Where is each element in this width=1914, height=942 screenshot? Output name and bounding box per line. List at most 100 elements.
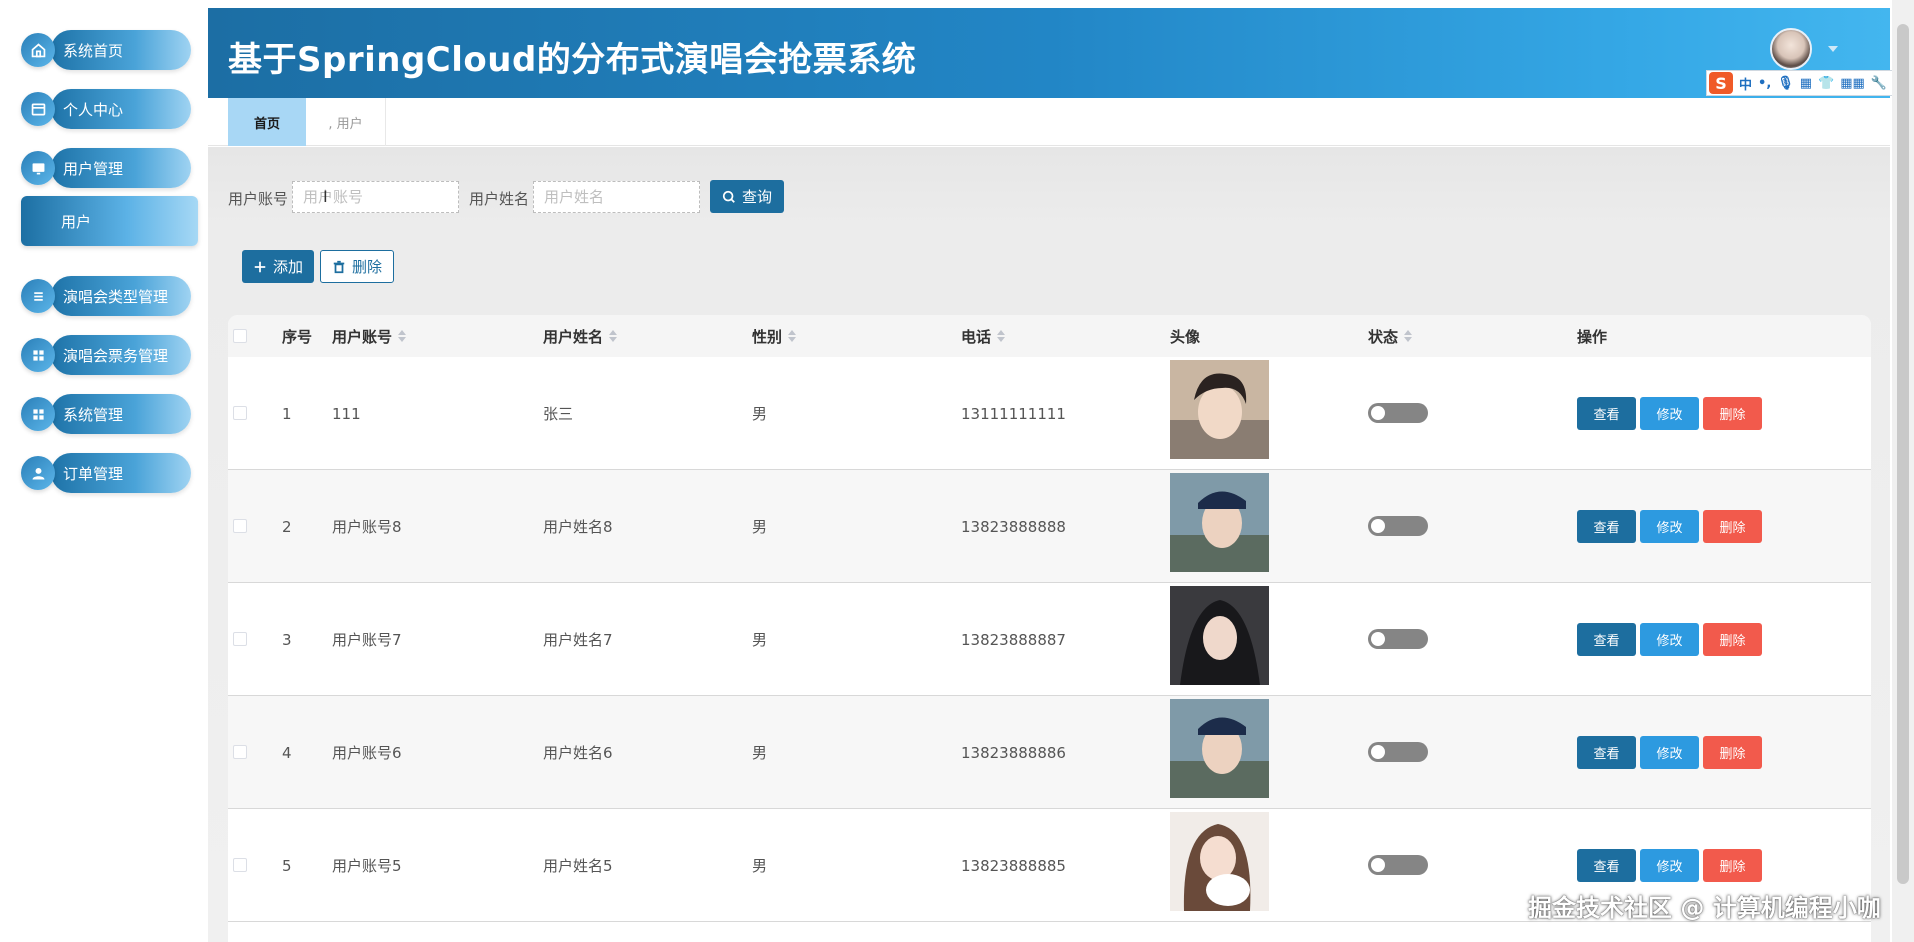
cell-index: 5	[282, 856, 292, 875]
avatar[interactable]	[1770, 28, 1812, 70]
sogou-logo-icon[interactable]: S	[1709, 72, 1733, 94]
cell-name: 用户姓名5	[543, 857, 613, 875]
edit-button[interactable]: 修改	[1640, 397, 1699, 430]
keyboard-icon[interactable]: ▦	[1800, 76, 1812, 91]
sort-icon[interactable]	[788, 330, 797, 342]
punctuation-icon[interactable]: •,	[1758, 76, 1771, 91]
home-icon	[21, 33, 55, 67]
row-checkbox[interactable]	[233, 745, 247, 759]
name-search-input[interactable]	[533, 181, 700, 213]
page-scrollbar[interactable]	[1892, 0, 1914, 942]
select-all-checkbox[interactable]	[233, 329, 247, 343]
cell-account: 用户账号8	[332, 518, 402, 536]
avatar-photo	[1170, 473, 1269, 572]
sidebar-item-label: 演唱会票务管理	[51, 335, 191, 375]
cell-name: 用户姓名8	[543, 518, 613, 536]
row-checkbox[interactable]	[233, 858, 247, 872]
status-toggle[interactable]	[1368, 742, 1428, 762]
view-button[interactable]: 查看	[1577, 849, 1636, 882]
view-button[interactable]: 查看	[1577, 510, 1636, 543]
sidebar-item-profile[interactable]: 个人中心	[21, 89, 191, 129]
row-checkbox[interactable]	[233, 519, 247, 533]
sidebar-item-label: 演唱会类型管理	[51, 276, 191, 316]
avatar-photo	[1170, 586, 1269, 685]
tab-home[interactable]: 首页	[228, 98, 306, 146]
delete-button[interactable]: 删除	[1703, 397, 1762, 430]
avatar-photo	[1170, 699, 1269, 798]
sidebar-item-home[interactable]: 系统首页	[21, 30, 191, 70]
sidebar-item-system[interactable]: 系统管理	[21, 394, 191, 434]
microphone-icon[interactable]: 🎙	[1777, 76, 1794, 91]
th-phone[interactable]: 电话	[961, 315, 1006, 357]
delete-button[interactable]: 删除	[1703, 736, 1762, 769]
sidebar-item-label: 订单管理	[51, 453, 191, 493]
th-name-label: 用户姓名	[543, 327, 604, 346]
watermark: 掘金技术社区 @ 计算机编程小咖	[1528, 894, 1881, 922]
account-search-input[interactable]	[292, 181, 459, 213]
ime-toolbar: S 中 •, 🎙 ▦ 👕 ▦▦ 🔧	[1706, 70, 1902, 96]
row-checkbox[interactable]	[233, 632, 247, 646]
apps-icon[interactable]: ▦▦	[1840, 76, 1865, 91]
th-name[interactable]: 用户姓名	[543, 315, 618, 357]
cell-account: 111	[332, 404, 361, 423]
edit-button[interactable]: 修改	[1640, 849, 1699, 882]
table-header: 序号 用户账号 用户姓名 性别 电话 头像 状态 操作	[228, 315, 1871, 357]
delete-button[interactable]: 删除	[1703, 849, 1762, 882]
tab-user[interactable]: , 用户	[306, 98, 386, 146]
tabs-bar: 首页 , 用户	[208, 98, 1890, 146]
status-toggle[interactable]	[1368, 629, 1428, 649]
monitor-icon	[21, 151, 55, 185]
cell-index: 3	[282, 630, 292, 649]
edit-button[interactable]: 修改	[1640, 736, 1699, 769]
cell-name: 用户姓名7	[543, 631, 613, 649]
cell-account: 用户账号6	[332, 744, 402, 762]
sidebar-item-user-management[interactable]: 用户管理	[21, 148, 191, 188]
edit-button[interactable]: 修改	[1640, 623, 1699, 656]
chevron-down-icon[interactable]	[1828, 46, 1838, 52]
ime-mode[interactable]: 中	[1739, 74, 1752, 93]
sidebar-item-ticket[interactable]: 演唱会票务管理	[21, 335, 191, 375]
app-header: 基于SpringCloud的分布式演唱会抢票系统	[208, 8, 1890, 98]
search-icon	[722, 190, 735, 203]
sort-icon[interactable]	[1404, 330, 1413, 342]
shirt-icon[interactable]: 👕	[1818, 76, 1834, 91]
delete-button[interactable]: 删除	[1703, 623, 1762, 656]
add-button-label: 添加	[272, 258, 303, 276]
edit-button[interactable]: 修改	[1640, 510, 1699, 543]
page-title: 基于SpringCloud的分布式演唱会抢票系统	[228, 40, 917, 80]
delete-button-label: 删除	[351, 258, 382, 276]
cell-index: 2	[282, 517, 292, 536]
th-status[interactable]: 状态	[1368, 315, 1413, 357]
delete-button[interactable]: 删除	[1703, 510, 1762, 543]
status-toggle[interactable]	[1368, 516, 1428, 536]
sort-icon[interactable]	[997, 330, 1006, 342]
cell-phone: 13823888887	[961, 630, 1066, 649]
grid-icon	[21, 338, 55, 372]
grid-icon	[21, 397, 55, 431]
row-checkbox[interactable]	[233, 406, 247, 420]
th-avatar: 头像	[1170, 327, 1201, 346]
sidebar-item-label: 用户管理	[51, 148, 191, 188]
view-button[interactable]: 查看	[1577, 623, 1636, 656]
sidebar-item-concert-type[interactable]: 演唱会类型管理	[21, 276, 191, 316]
cell-gender: 男	[752, 631, 768, 649]
cell-account: 用户账号7	[332, 631, 402, 649]
sort-icon[interactable]	[609, 330, 618, 342]
view-button[interactable]: 查看	[1577, 736, 1636, 769]
th-account[interactable]: 用户账号	[332, 315, 407, 357]
sidebar-item-orders[interactable]: 订单管理	[21, 453, 191, 493]
status-toggle[interactable]	[1368, 855, 1428, 875]
status-toggle[interactable]	[1368, 403, 1428, 423]
cell-name: 用户姓名6	[543, 744, 613, 762]
user-table: 序号 用户账号 用户姓名 性别 电话 头像 状态 操作 1 111 张三 男 1…	[228, 315, 1871, 942]
view-button[interactable]: 查看	[1577, 397, 1636, 430]
table-row: 2 用户账号8 用户姓名8 男 13823888888 查看 修改 删除	[228, 470, 1871, 583]
submenu-item-user[interactable]: 用户	[21, 196, 198, 246]
th-gender[interactable]: 性别	[752, 315, 797, 357]
sort-icon[interactable]	[398, 330, 407, 342]
search-button[interactable]: 查询	[710, 180, 784, 213]
tools-icon[interactable]: 🔧	[1871, 76, 1887, 91]
scrollbar-thumb[interactable]	[1897, 24, 1909, 884]
add-button[interactable]: 添加	[242, 250, 314, 283]
batch-delete-button[interactable]: 删除	[320, 250, 394, 283]
